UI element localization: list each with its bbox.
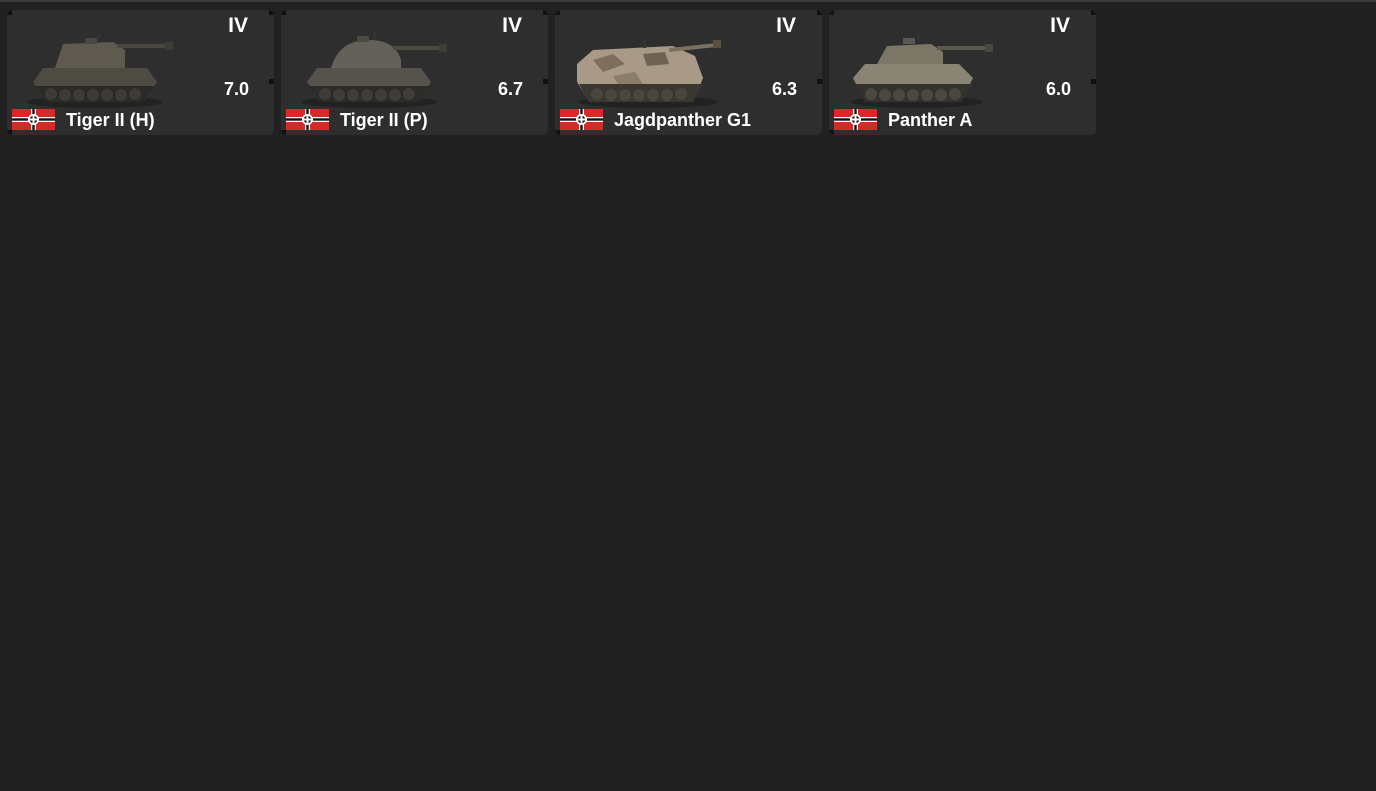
germany-flag-icon [834, 109, 877, 130]
card-corner [829, 130, 834, 135]
card-corner [555, 10, 560, 15]
vehicle-card-row: IV 7.0 Tiger II (H) IV 6.7 Tiger II (P) … [7, 10, 1096, 135]
vehicle-card-jagdpanther-g1[interactable]: IV 6.3 Jagdpanther G1 [555, 10, 822, 135]
tank-jagdpanther-g1-image [577, 40, 722, 108]
card-corner [543, 10, 548, 15]
vehicle-card-tiger-ii-h[interactable]: IV 7.0 Tiger II (H) [7, 10, 274, 135]
card-corner [817, 10, 822, 15]
card-corner [7, 130, 12, 135]
tank-tiger-ii-h-image [27, 34, 173, 108]
card-corner [281, 130, 286, 135]
vehicle-name: Jagdpanther G1 [614, 110, 752, 130]
germany-flag-icon [12, 109, 55, 130]
card-corner [269, 79, 274, 84]
card-corner [817, 79, 822, 84]
vehicle-name: Tiger II (H) [66, 110, 155, 130]
top-divider [0, 0, 1376, 2]
battle-rating: 6.7 [497, 79, 523, 99]
battle-rating: 6.3 [771, 79, 797, 99]
vehicle-card-panther-a[interactable]: IV 6.0 Panther A [829, 10, 1096, 135]
card-corner [555, 130, 560, 135]
card-corner [543, 79, 548, 84]
card-corner [829, 10, 834, 15]
vehicle-card-tiger-ii-p[interactable]: IV 6.7 Tiger II (P) [281, 10, 548, 135]
tier-label: IV [1050, 14, 1070, 37]
card-corner [7, 10, 12, 15]
card-corner [1091, 79, 1096, 84]
tier-label: IV [776, 14, 796, 37]
battle-rating: 7.0 [223, 79, 249, 99]
battle-rating: 6.0 [1045, 79, 1071, 99]
card-corner [269, 10, 274, 15]
tier-label: IV [228, 14, 248, 37]
tank-panther-a-image [851, 34, 993, 108]
tier-label: IV [502, 14, 522, 37]
vehicle-name: Panther A [888, 110, 973, 130]
germany-flag-icon [560, 109, 603, 130]
vehicle-name: Tiger II (P) [340, 110, 428, 130]
germany-flag-icon [286, 109, 329, 130]
card-corner [281, 10, 286, 15]
card-corner [1091, 10, 1096, 15]
tank-tiger-ii-p-image [301, 32, 447, 108]
